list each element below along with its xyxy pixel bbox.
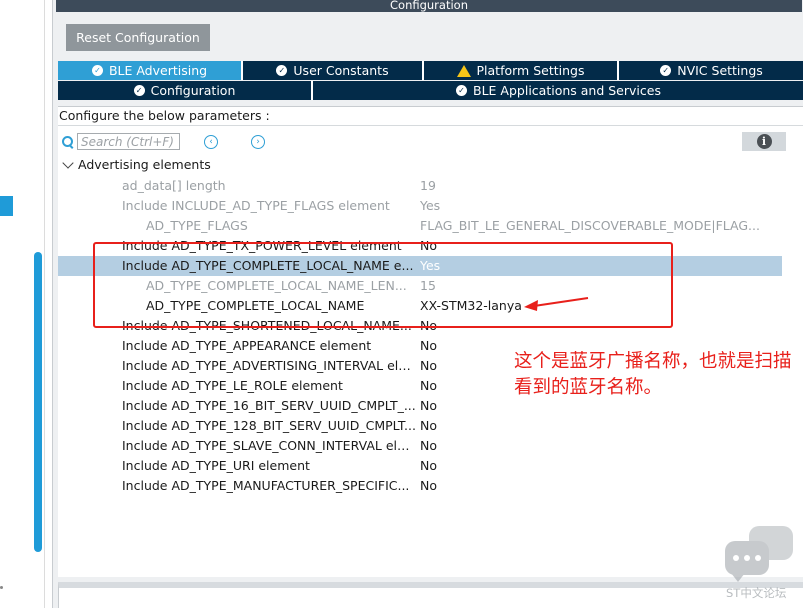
- left-dot: [0, 586, 3, 589]
- param-name: ad_data[] length: [122, 178, 226, 193]
- watermark-text: ST中文论坛: [726, 586, 787, 600]
- panel-title: Configuration: [56, 0, 802, 12]
- configure-label: Configure the below parameters :: [58, 107, 803, 126]
- param-name: Include AD_TYPE_MANUFACTURER_SPECIFIC...: [122, 478, 410, 493]
- check-circle-icon: ✓: [276, 65, 288, 76]
- param-value: No: [420, 238, 437, 253]
- tab-nvic-settings[interactable]: ✓ NVIC Settings: [619, 61, 803, 80]
- param-row[interactable]: Include AD_TYPE_SLAVE_CONN_INTERVAL ele.…: [58, 436, 782, 456]
- param-row[interactable]: Include AD_TYPE_SHORTENED_LOCAL_NAME... …: [58, 316, 782, 336]
- tab-label: User Constants: [293, 63, 389, 78]
- param-value: No: [420, 478, 437, 493]
- tabs-row-1: ✓ BLE Advertising ✓ User Constants Platf…: [58, 61, 803, 80]
- param-value: No: [420, 418, 437, 433]
- left-scrollbar[interactable]: [34, 252, 42, 552]
- param-name: Include AD_TYPE_LE_ROLE element: [122, 378, 343, 393]
- param-name: AD_TYPE_COMPLETE_LOCAL_NAME_LEN...: [146, 278, 407, 293]
- param-value: No: [420, 318, 437, 333]
- group-label: Advertising elements: [78, 157, 211, 172]
- chat-bubble-icon: [725, 541, 769, 582]
- param-name: Include AD_TYPE_URI element: [122, 458, 310, 473]
- param-row[interactable]: AD_TYPE_COMPLETE_LOCAL_NAME XX-STM32-lan…: [58, 296, 782, 316]
- tab-platform-settings[interactable]: Platform Settings: [424, 61, 619, 80]
- param-name: Include AD_TYPE_16_BIT_SERV_UUID_CMPLT_.…: [122, 398, 416, 413]
- param-row[interactable]: Include AD_TYPE_URI element No: [58, 456, 782, 476]
- left-selection-marker: [0, 196, 13, 216]
- bottom-detail-pane: [58, 582, 803, 608]
- param-name: AD_TYPE_FLAGS: [146, 218, 248, 233]
- reset-configuration-button[interactable]: Reset Configuration: [66, 24, 210, 51]
- annotation-arrow-icon: [524, 297, 589, 311]
- tab-configuration[interactable]: ✓ Configuration: [58, 81, 313, 100]
- param-name: AD_TYPE_COMPLETE_LOCAL_NAME: [146, 298, 365, 313]
- tab-user-constants[interactable]: ✓ User Constants: [243, 61, 424, 80]
- param-value: 15: [420, 278, 436, 293]
- param-row[interactable]: Include AD_TYPE_MANUFACTURER_SPECIFIC...…: [58, 476, 782, 496]
- search-bar: [62, 133, 180, 150]
- tab-label: BLE Applications and Services: [473, 83, 661, 98]
- param-value: FLAG_BIT_LE_GENERAL_DISCOVERABLE_MODE|FL…: [420, 218, 760, 233]
- chevron-down-icon: [62, 156, 74, 169]
- param-row[interactable]: Include AD_TYPE_TX_POWER_LEVEL element N…: [58, 236, 782, 256]
- tab-label: BLE Advertising: [108, 63, 208, 78]
- forum-watermark: ST中文论坛: [722, 523, 800, 607]
- param-row[interactable]: AD_TYPE_FLAGS FLAG_BIT_LE_GENERAL_DISCOV…: [58, 216, 782, 236]
- param-row[interactable]: Include INCLUDE_AD_TYPE_FLAGS element Ye…: [58, 196, 782, 216]
- param-value: Yes: [420, 258, 441, 273]
- param-name: Include INCLUDE_AD_TYPE_FLAGS element: [122, 198, 390, 213]
- param-name: Include AD_TYPE_ADVERTISING_INTERVAL ele…: [122, 358, 416, 373]
- check-circle-icon: ✓: [133, 85, 145, 96]
- param-name: Include AD_TYPE_SLAVE_CONN_INTERVAL ele.…: [122, 438, 416, 453]
- search-input[interactable]: [77, 133, 180, 150]
- tab-label: NVIC Settings: [677, 63, 763, 78]
- param-row[interactable]: AD_TYPE_COMPLETE_LOCAL_NAME_LEN... 15: [58, 276, 782, 296]
- check-circle-icon: ✓: [660, 65, 672, 76]
- param-value: No: [420, 458, 437, 473]
- tab-label: Platform Settings: [476, 63, 585, 78]
- left-side-panel: [0, 0, 45, 608]
- info-icon: i: [756, 134, 772, 149]
- param-name: Include AD_TYPE_APPEARANCE element: [122, 338, 372, 353]
- parameters-pane: Configure the below parameters : ‹ › i A…: [58, 106, 803, 577]
- param-name: Include AD_TYPE_COMPLETE_LOCAL_NAME e...: [122, 258, 414, 273]
- advertising-elements-group[interactable]: Advertising elements: [62, 156, 211, 172]
- param-value: XX-STM32-lanya: [420, 298, 522, 313]
- param-row[interactable]: Include AD_TYPE_128_BIT_SERV_UUID_CMPLT.…: [58, 416, 782, 436]
- param-row[interactable]: ad_data[] length 19: [58, 176, 782, 196]
- tab-ble-applications-and-services[interactable]: ✓ BLE Applications and Services: [313, 81, 803, 100]
- check-circle-icon: ✓: [456, 85, 468, 96]
- param-value: 19: [420, 178, 436, 193]
- param-name: Include AD_TYPE_SHORTENED_LOCAL_NAME...: [122, 318, 412, 333]
- param-value: Yes: [420, 198, 441, 213]
- next-match-icon[interactable]: ›: [251, 135, 265, 149]
- warning-icon: [456, 64, 471, 77]
- param-name: Include AD_TYPE_TX_POWER_LEVEL element: [122, 238, 402, 253]
- tab-label: Configuration: [150, 83, 236, 98]
- configuration-panel: Configuration Reset Configuration ✓ BLE …: [52, 0, 803, 608]
- check-circle-icon: ✓: [91, 65, 103, 76]
- tab-ble-advertising[interactable]: ✓ BLE Advertising: [58, 61, 243, 80]
- previous-match-icon[interactable]: ‹: [204, 135, 218, 149]
- search-icon: [62, 135, 74, 148]
- annotation-note: 这个是蓝牙广播名称，也就是扫描看到的蓝牙名称。: [514, 351, 792, 398]
- info-button[interactable]: i: [742, 132, 786, 151]
- tabs-row-2: ✓ Configuration ✓ BLE Applications and S…: [58, 81, 803, 100]
- param-row-selected[interactable]: Include AD_TYPE_COMPLETE_LOCAL_NAME e...…: [58, 256, 782, 276]
- param-value: No: [420, 438, 437, 453]
- param-name: Include AD_TYPE_128_BIT_SERV_UUID_CMPLT.…: [122, 418, 416, 433]
